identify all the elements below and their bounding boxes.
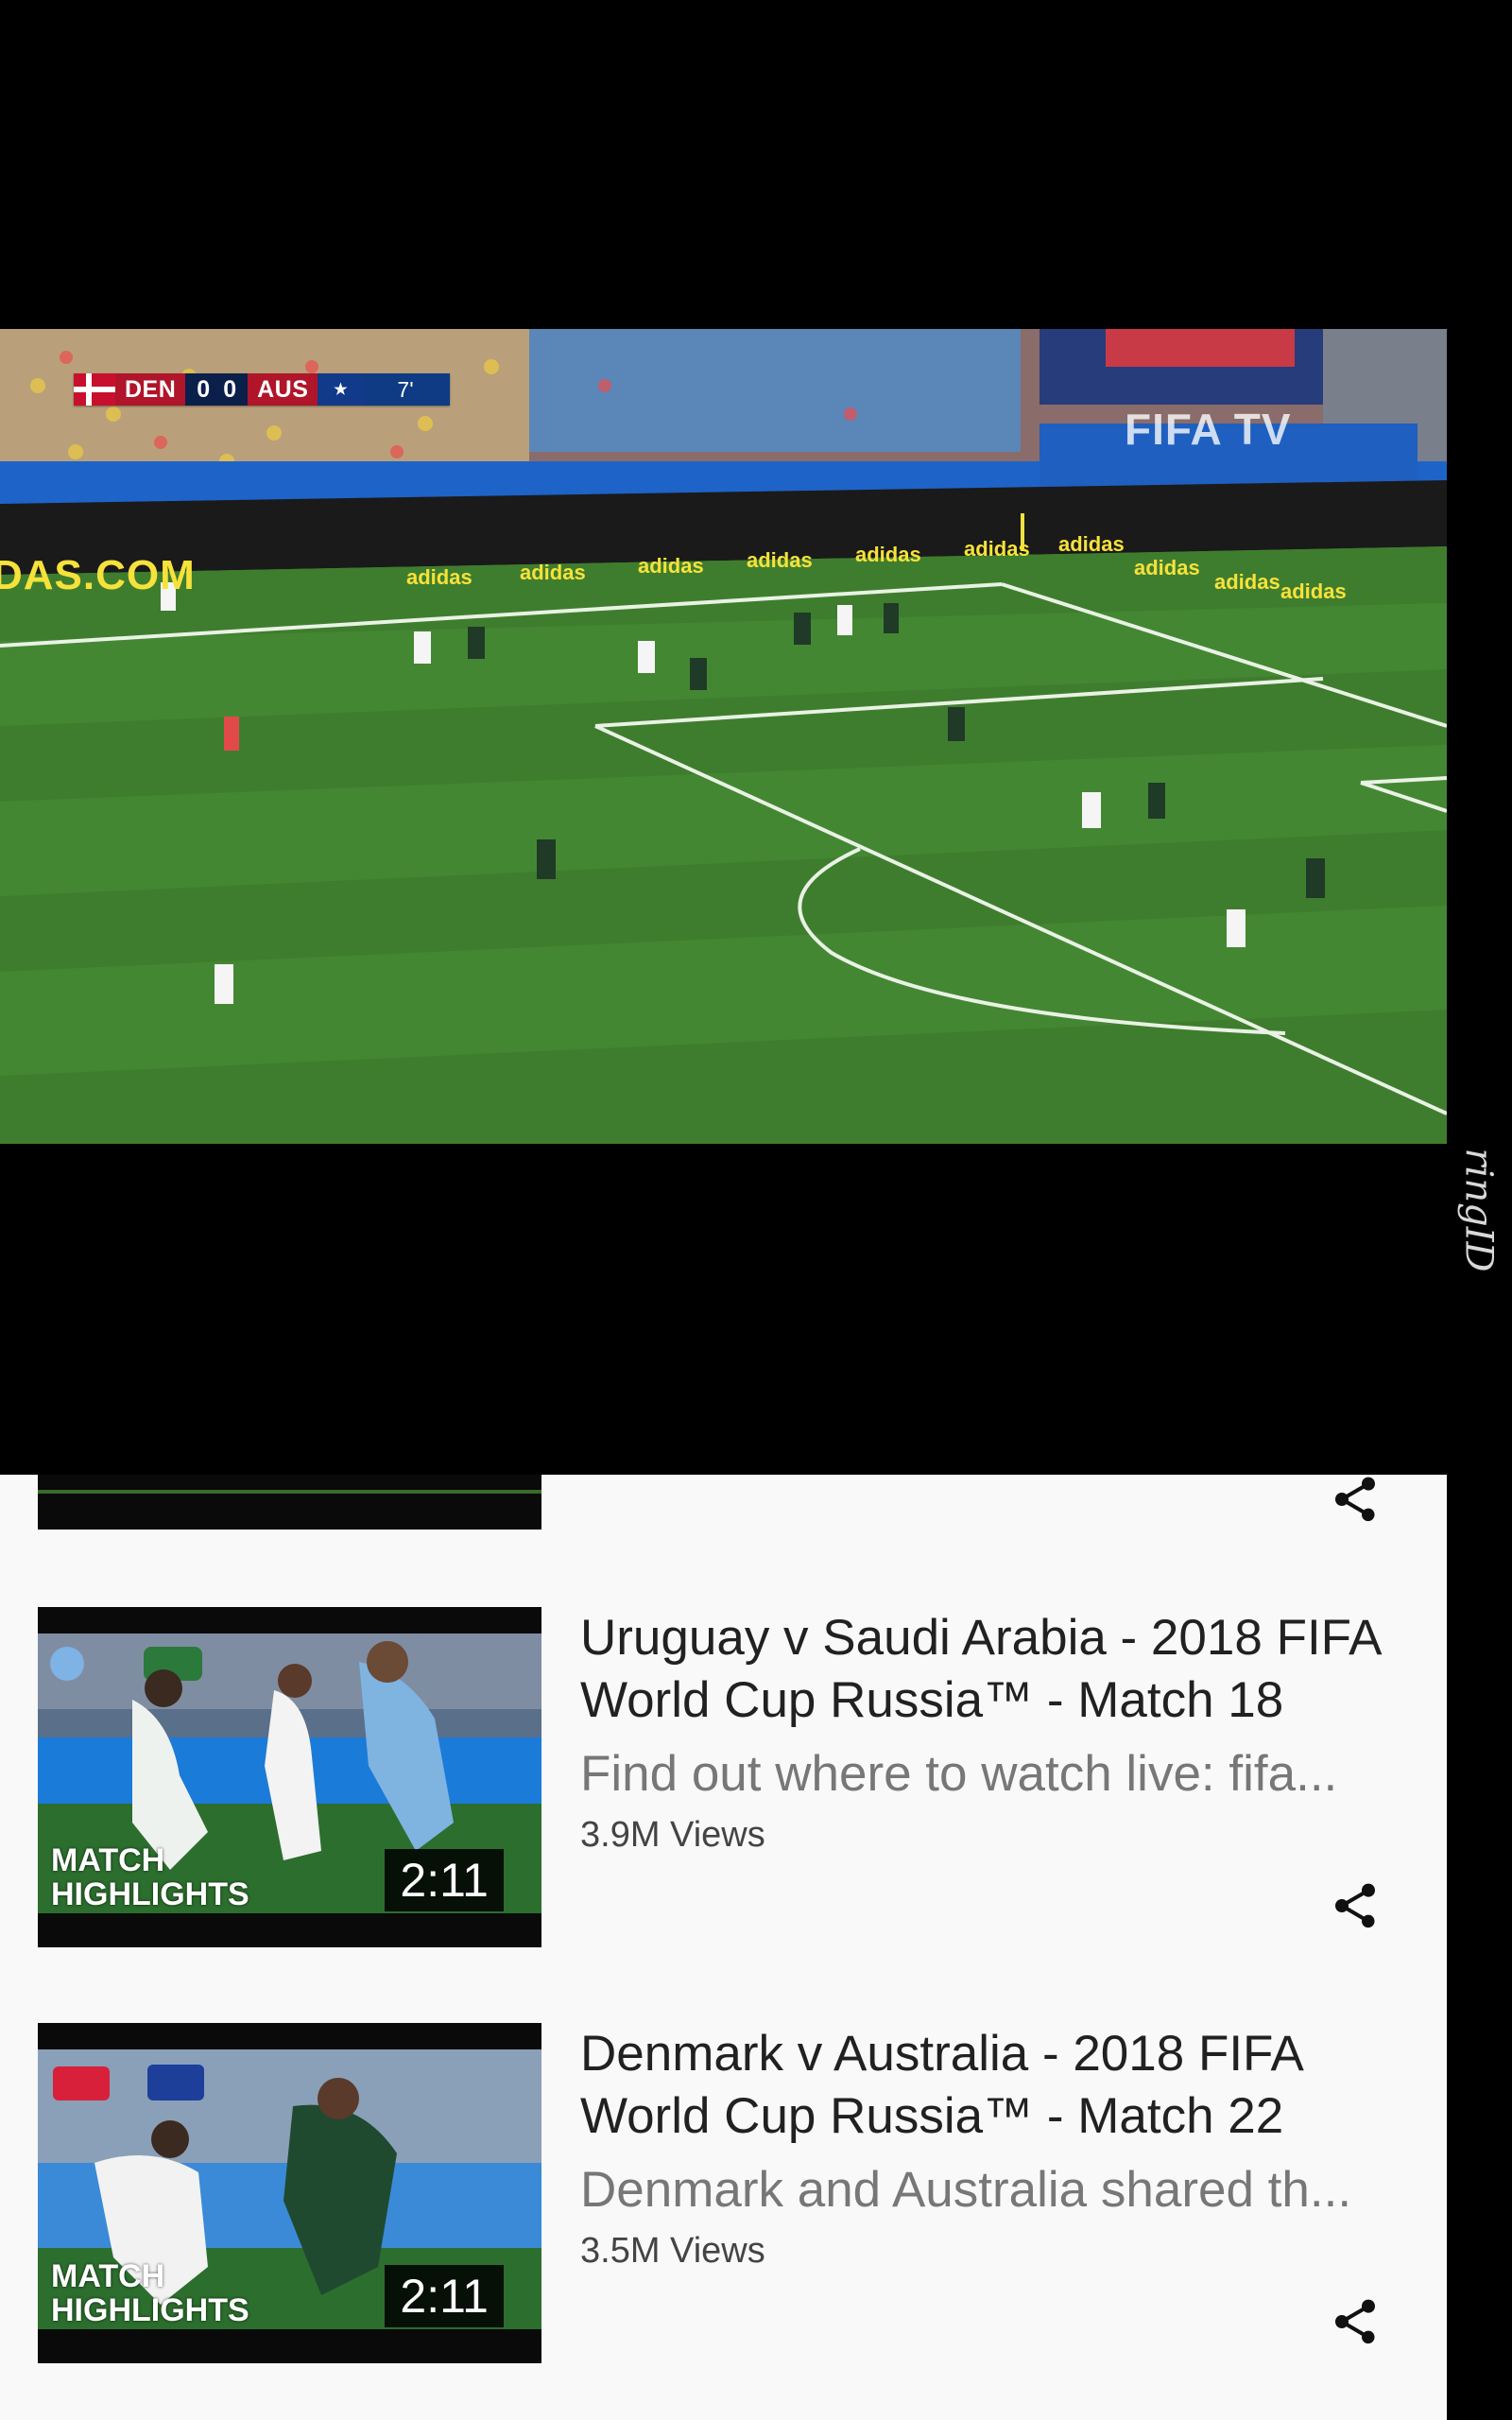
list-item[interactable]: MATCH HIGHLIGHTS 2:11 Uruguay v Saudi Ar… xyxy=(0,1607,1447,1947)
away-team: AUS xyxy=(248,373,318,406)
share-icon[interactable] xyxy=(1321,1872,1389,1940)
highlights-badge: MATCH HIGHLIGHTS xyxy=(51,1843,268,1911)
partial-video-thumbnail[interactable] xyxy=(38,1475,541,1530)
match-clock: 7' xyxy=(363,373,450,406)
home-score: 0 xyxy=(197,375,211,403)
share-icon[interactable] xyxy=(1321,2288,1389,2356)
svg-text:adidas: adidas xyxy=(747,548,813,572)
watermark-text: ringID xyxy=(1457,1148,1501,1272)
svg-text:adidas: adidas xyxy=(964,537,1030,561)
video-thumbnail[interactable]: MATCH HIGHLIGHTS 2:11 xyxy=(38,2023,541,2363)
screen: adidas adidas adidas adidas adidas adida… xyxy=(0,0,1512,2420)
highlights-badge-text: MATCH HIGHLIGHTS xyxy=(51,2258,249,2328)
video-duration: 2:11 xyxy=(385,1849,504,1911)
highlights-badge-text: MATCH HIGHLIGHTS xyxy=(51,1842,249,1912)
video-info[interactable]: Denmark v Australia - 2018 FIFA World Cu… xyxy=(580,2023,1412,2273)
view-count: 3.9M Views xyxy=(580,1815,765,1855)
video-title[interactable]: Denmark v Australia - 2018 FIFA World Cu… xyxy=(580,2023,1412,2148)
svg-text:adidas: adidas xyxy=(638,554,704,578)
share-icon[interactable] xyxy=(1321,1475,1389,1533)
home-team: DEN xyxy=(115,373,186,406)
svg-text:adidas: adidas xyxy=(1280,579,1347,603)
app-watermark: ringID xyxy=(1455,1125,1503,1295)
svg-text:adidas: adidas xyxy=(520,561,586,584)
view-count: 3.5M Views xyxy=(580,2231,765,2271)
broadcast-logo: FIFA TV xyxy=(1125,405,1292,454)
video-description: Denmark and Australia shared th... xyxy=(580,2162,1352,2218)
australia-flag-icon: ★ xyxy=(318,373,364,406)
video-thumbnail[interactable]: MATCH HIGHLIGHTS 2:11 xyxy=(38,1607,541,1947)
denmark-flag-icon xyxy=(74,373,115,406)
video-duration: 2:11 xyxy=(385,2265,504,2327)
video-player[interactable]: adidas adidas adidas adidas adidas adida… xyxy=(0,0,1447,1475)
away-score: 0 xyxy=(223,375,237,403)
svg-text:adidas: adidas xyxy=(1058,532,1125,556)
highlights-badge: MATCH HIGHLIGHTS xyxy=(51,2259,268,2327)
video-title[interactable]: Uruguay v Saudi Arabia - 2018 FIFA World… xyxy=(580,1607,1412,1732)
svg-text:adidas: adidas xyxy=(855,543,921,566)
scorebug: DEN 0 0 AUS ★ 7' xyxy=(74,373,450,406)
video-description: Find out where to watch live: fifa... xyxy=(580,1746,1338,1802)
video-info[interactable]: Uruguay v Saudi Arabia - 2018 FIFA World… xyxy=(580,1607,1412,1857)
svg-text:adidas: adidas xyxy=(1214,570,1280,594)
score: 0 0 xyxy=(185,373,249,406)
svg-text:adidas: adidas xyxy=(406,565,472,589)
svg-text:adidas: adidas xyxy=(1134,556,1200,579)
list-item[interactable]: MATCH HIGHLIGHTS 2:11 Denmark v Australi… xyxy=(0,2023,1447,2363)
board-text: DAS.COM xyxy=(0,552,196,598)
related-videos-list[interactable]: MATCH HIGHLIGHTS 2:11 Uruguay v Saudi Ar… xyxy=(0,1475,1447,2420)
